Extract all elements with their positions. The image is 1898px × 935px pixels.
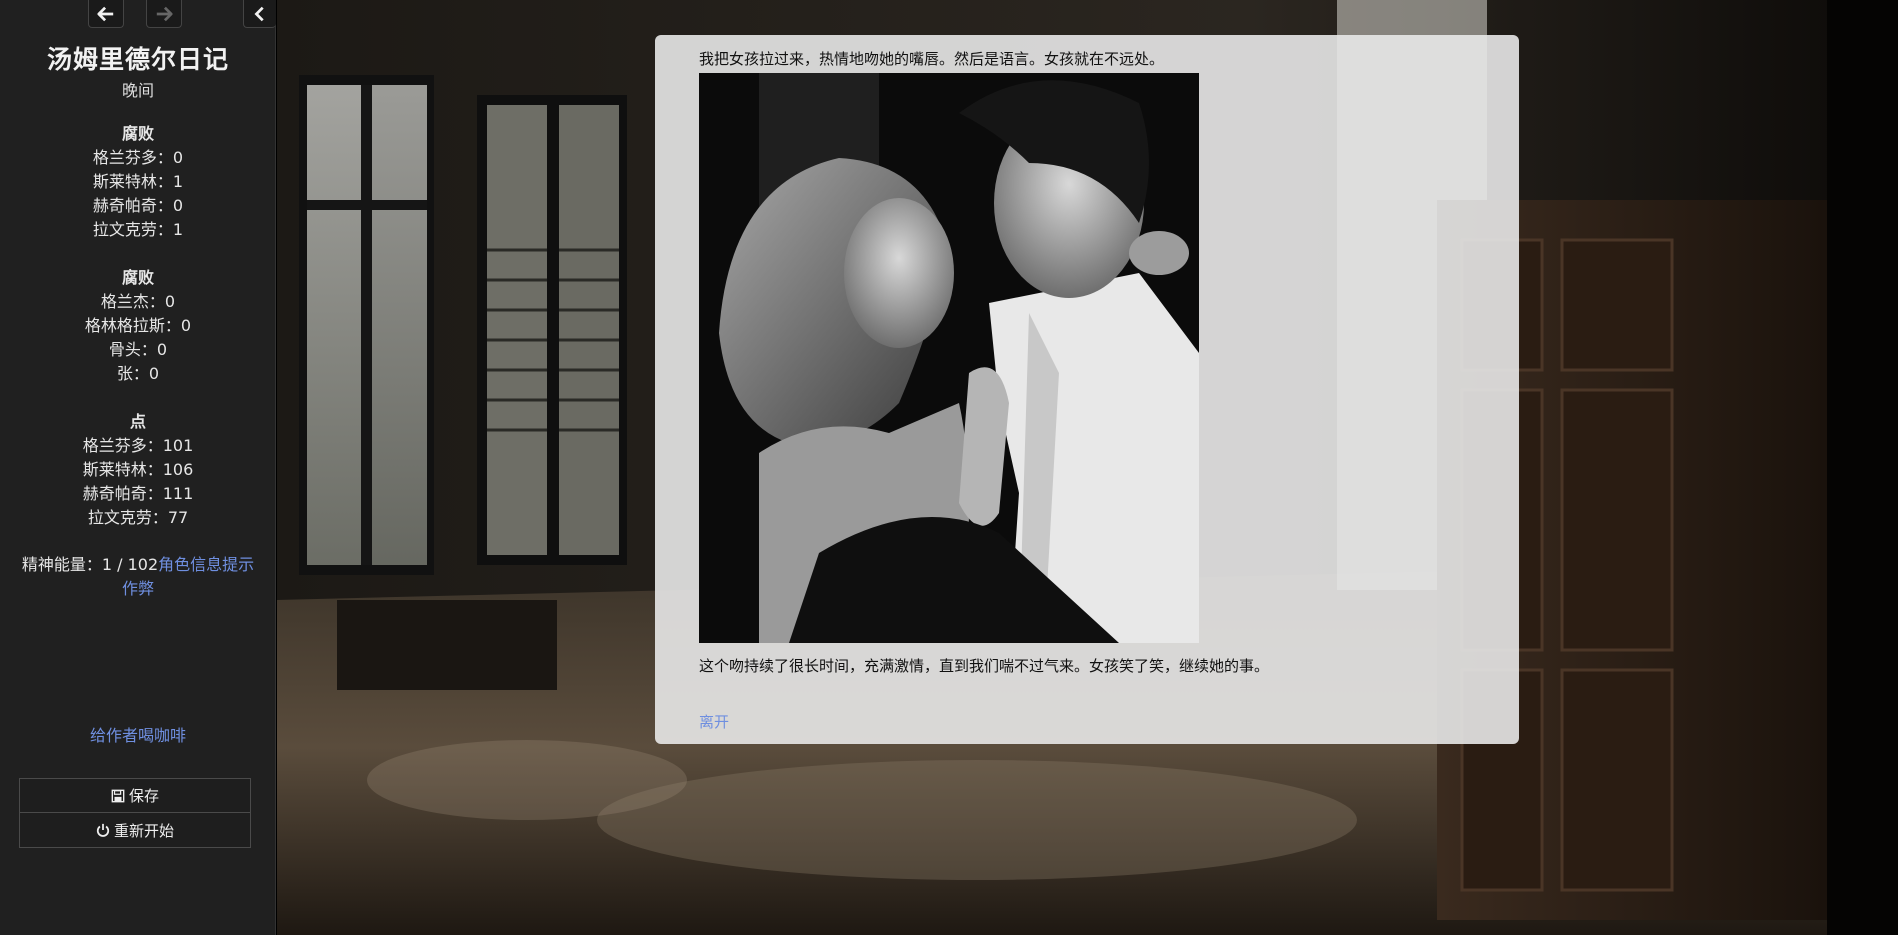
restart-button-label: 重新开始	[113, 821, 174, 840]
stat-block-house-points: 点 格兰芬多：101 斯莱特林：106 赫奇帕奇：111 拉文克劳：77	[0, 410, 276, 530]
stat-line: 拉文克劳：1	[92, 220, 184, 239]
support-author-link[interactable]: 给作者喝咖啡	[0, 722, 276, 746]
mental-energy-value: 精神能量：1 / 102	[21, 555, 159, 574]
stat-line: 拉文克劳：77	[87, 508, 189, 527]
passage-image	[699, 73, 1199, 643]
stat-line: 格林格拉斯：0	[84, 316, 192, 335]
save-button[interactable]: 保存	[19, 778, 251, 813]
passage-text-intro: 我把女孩拉过来，热情地吻她的嘴唇。然后是语言。女孩就在不远处。	[699, 50, 1165, 68]
passage-panel: 我把女孩拉过来，热情地吻她的嘴唇。然后是语言。女孩就在不远处。 这个吻持续了很长…	[655, 35, 1519, 744]
mental-energy-line: 精神能量：1 / 102角色信息提示 作弊	[18, 553, 258, 601]
leave-link[interactable]: 离开	[699, 711, 729, 732]
stat-line: 格兰芬多：0	[92, 148, 184, 167]
history-forward-button[interactable]	[146, 0, 182, 28]
stat-line: 斯莱特林：1	[92, 172, 184, 191]
story-title: 汤姆里德尔日记	[46, 45, 229, 74]
power-icon	[96, 823, 110, 837]
arrow-left-icon	[97, 6, 114, 21]
stat-block-corruption-characters: 腐败 格兰杰：0 格林格拉斯：0 骨头：0 张：0	[0, 266, 276, 386]
stat-line: 赫奇帕奇：0	[92, 196, 184, 215]
stat-line: 格兰杰：0	[100, 292, 176, 311]
character-info-link[interactable]: 角色信息提示	[158, 555, 254, 574]
stat-block-corruption-houses: 腐败 格兰芬多：0 斯莱特林：1 赫奇帕奇：0 拉文克劳：1	[0, 122, 276, 242]
passage-text-outro: 这个吻持续了很长时间，充满激情，直到我们喘不过气来。女孩笑了笑，继续她的事。	[699, 657, 1270, 675]
stat-line: 斯莱特林：106	[82, 460, 194, 479]
chevron-left-icon	[254, 6, 264, 21]
arrow-right-icon	[156, 6, 173, 21]
cheat-link[interactable]: 作弊	[122, 579, 154, 598]
stat-line: 格兰芬多：101	[82, 436, 194, 455]
history-back-button[interactable]	[88, 0, 124, 28]
restart-button[interactable]: 重新开始	[19, 813, 251, 848]
stat-heading: 腐败	[121, 124, 154, 143]
time-of-day: 晚间	[121, 81, 154, 100]
sidebar-collapse-button[interactable]	[243, 0, 276, 28]
stat-line: 赫奇帕奇：111	[82, 484, 194, 503]
save-button-label: 保存	[128, 787, 159, 805]
stat-line: 骨头：0	[108, 340, 168, 359]
stat-heading: 腐败	[121, 268, 154, 287]
stat-line: 张：0	[116, 364, 160, 383]
sidebar: 汤姆里德尔日记 晚间 腐败 格兰芬多：0 斯莱特林：1 赫奇帕奇：0 拉文克劳：…	[0, 0, 276, 935]
floppy-disk-icon	[111, 789, 125, 802]
stat-heading: 点	[129, 412, 146, 431]
